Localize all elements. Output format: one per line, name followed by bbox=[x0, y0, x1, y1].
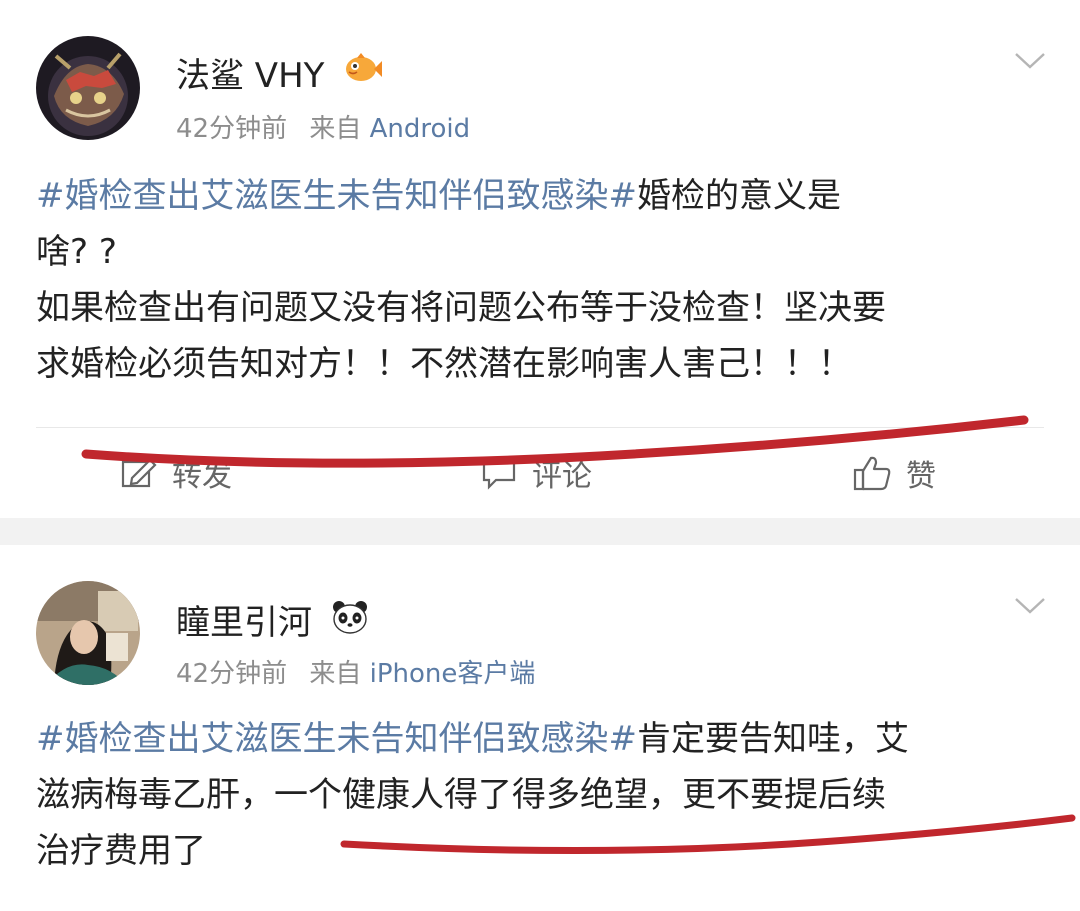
repost-button[interactable]: 转发 bbox=[120, 438, 232, 508]
like-button[interactable]: 赞 bbox=[852, 438, 936, 508]
weibo-post-2: 瞳里引河 42分钟前 来自 iPhone客户端 #婚检查出艾滋医生未告知伴侣致感… bbox=[0, 545, 1080, 911]
post-line: #婚检查出艾滋医生未告知伴侣致感染#肯定要告知哇，艾 bbox=[36, 719, 909, 759]
weibo-post-1: 法鲨 VHY 42分钟前 来自 Android #婚检查出艾滋医生未告知伴侣致感… bbox=[0, 0, 1080, 518]
repost-icon bbox=[121, 458, 157, 488]
panda-emoji-icon bbox=[333, 601, 367, 634]
post-separator bbox=[0, 518, 1080, 545]
comment-icon bbox=[482, 459, 516, 490]
post-line: 啥? ? bbox=[36, 232, 117, 272]
post-time: 42分钟前 bbox=[176, 659, 288, 689]
hashtag-link[interactable]: #婚检查出艾滋医生未告知伴侣致感染# bbox=[36, 719, 637, 759]
post-meta: 42分钟前 来自 Android bbox=[176, 108, 470, 145]
post-line: 滋病梅毒乙肝，一个健康人得了得多绝望，更不要提后续 bbox=[36, 775, 886, 815]
action-bar: 转发 评论 赞 bbox=[0, 438, 1080, 508]
post-line: 治疗费用了 bbox=[36, 831, 206, 871]
post-line: 求婚检必须告知对方！！不然潜在影响害人害己！！！ bbox=[36, 344, 852, 384]
via-label: 来自 bbox=[309, 114, 362, 144]
post-body: #婚检查出艾滋医生未告知伴侣致感染#肯定要告知哇，艾 滋病梅毒乙肝，一个健康人得… bbox=[36, 711, 1046, 879]
user-avatar[interactable] bbox=[36, 581, 140, 685]
like-icon bbox=[853, 456, 891, 491]
post-line: #婚检查出艾滋医生未告知伴侣致感染#婚检的意义是 bbox=[36, 176, 841, 216]
user-name[interactable]: 瞳里引河 bbox=[176, 595, 312, 644]
hashtag-link[interactable]: #婚检查出艾滋医生未告知伴侣致感染# bbox=[36, 176, 637, 216]
chevron-down-icon[interactable] bbox=[1012, 48, 1048, 72]
fish-emoji-icon bbox=[346, 53, 382, 81]
via-label: 来自 bbox=[309, 659, 362, 689]
post-source[interactable]: Android bbox=[370, 114, 471, 144]
divider bbox=[36, 427, 1044, 428]
user-avatar[interactable] bbox=[36, 36, 140, 140]
chevron-down-icon[interactable] bbox=[1012, 593, 1048, 617]
user-name[interactable]: 法鲨 VHY bbox=[176, 48, 324, 97]
post-meta: 42分钟前 来自 iPhone客户端 bbox=[176, 653, 535, 690]
post-body: #婚检查出艾滋医生未告知伴侣致感染#婚检的意义是 啥? ? 如果检查出有问题又没… bbox=[36, 168, 1046, 392]
comment-button[interactable]: 评论 bbox=[480, 438, 592, 508]
post-source[interactable]: iPhone客户端 bbox=[370, 659, 536, 689]
post-time: 42分钟前 bbox=[176, 114, 288, 144]
post-line: 如果检查出有问题又没有将问题公布等于没检查！坚决要 bbox=[36, 288, 886, 328]
